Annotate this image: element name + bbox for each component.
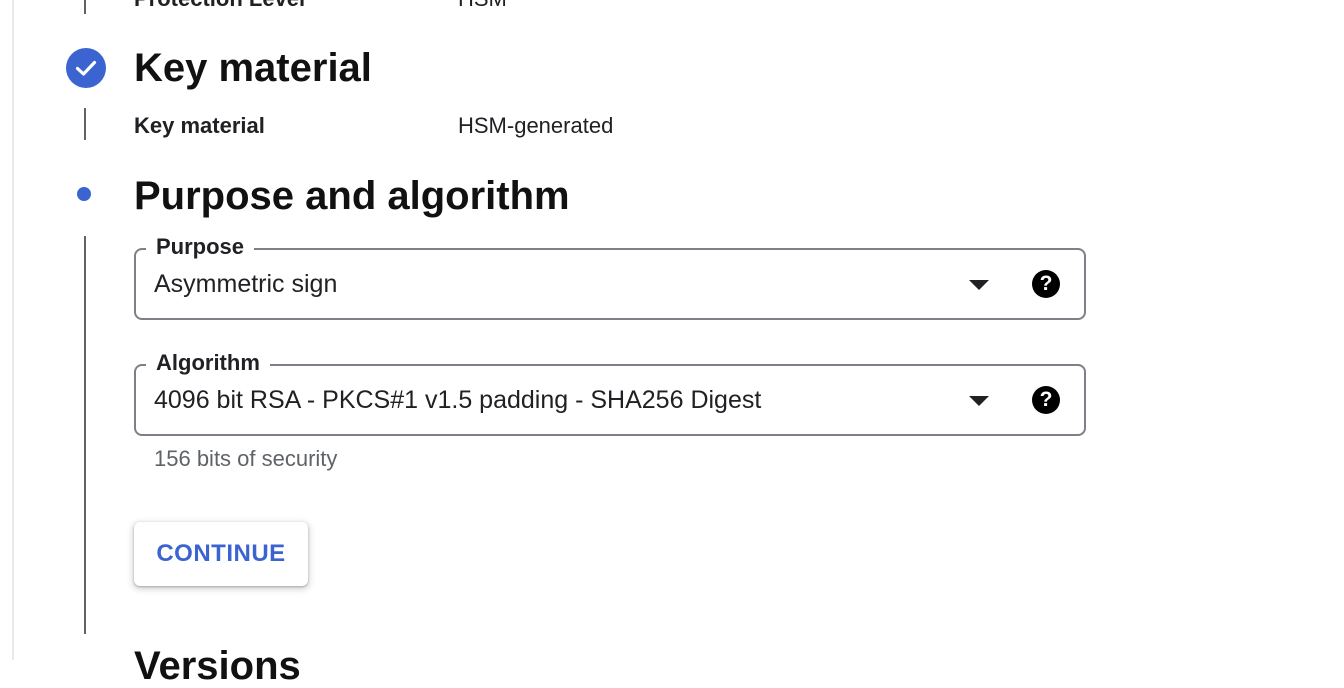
algorithm-label: Algorithm (146, 348, 270, 378)
protection-level-label: Protection Level (134, 0, 305, 12)
algorithm-hint: 156 bits of security (154, 446, 338, 471)
active-step-dot (77, 187, 91, 201)
algorithm-value: 4096 bit RSA - PKCS#1 v1.5 padding - SHA… (154, 386, 762, 414)
purpose-select[interactable]: Purpose Asymmetric sign ? (134, 232, 1086, 320)
step-title-key-material[interactable]: Key material (134, 48, 372, 88)
key-material-summary-label: Key material (134, 113, 265, 138)
help-icon[interactable]: ? (1032, 386, 1060, 414)
step-title-purpose-algorithm: Purpose and algorithm (134, 174, 570, 218)
key-material-summary-value: HSM-generated (458, 113, 614, 138)
step-title-next[interactable]: Versions (134, 646, 301, 686)
page-left-rule (12, 0, 14, 660)
stepper-connector-line (84, 0, 86, 14)
algorithm-select[interactable]: Algorithm 4096 bit RSA - PKCS#1 v1.5 pad… (134, 348, 1086, 436)
help-icon[interactable]: ? (1032, 270, 1060, 298)
checkmark-icon (75, 60, 97, 76)
dropdown-arrow-icon[interactable] (969, 396, 989, 406)
stepper-connector-line (84, 108, 86, 140)
purpose-value: Asymmetric sign (154, 270, 338, 298)
protection-level-value: HSM (458, 0, 507, 12)
stepper-connector-line (84, 236, 86, 634)
dropdown-arrow-icon[interactable] (969, 280, 989, 290)
check-circle-icon (66, 48, 106, 88)
continue-button[interactable]: CONTINUE (134, 522, 308, 586)
purpose-label: Purpose (146, 232, 255, 262)
